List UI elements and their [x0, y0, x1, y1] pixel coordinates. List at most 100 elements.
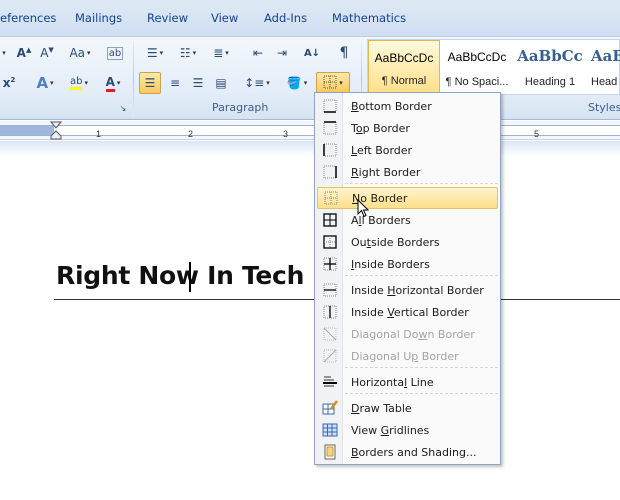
menu-item-label: View Gridlines: [351, 423, 430, 437]
document-heading[interactable]: Right Now In Tech: [56, 261, 304, 290]
tab-add-ins[interactable]: Add-Ins: [264, 11, 307, 25]
top-border-icon: [317, 118, 343, 138]
ruler-track: 1 2 3 4 5: [0, 125, 620, 139]
menu-separator: [345, 275, 498, 276]
clear-formatting-icon: ab: [106, 46, 124, 60]
show-formatting-marks-button[interactable]: ¶: [334, 42, 354, 64]
menu-item-view-gridlines[interactable]: View Gridlines: [317, 419, 498, 441]
line-spacing-button[interactable]: ↕≡ ▾: [243, 72, 271, 94]
style-name: Head: [591, 76, 618, 88]
bullets-button[interactable]: ☰ ▾: [141, 42, 169, 64]
menu-item-inside-vertical-border[interactable]: Inside Vertical Border: [317, 301, 498, 323]
highlight-icon: ab: [70, 76, 83, 90]
style-heading-1[interactable]: AaBbCc Heading 1: [514, 40, 586, 94]
font-color-icon: A: [105, 75, 115, 92]
sort-button[interactable]: A↓: [302, 42, 322, 64]
grow-font-button[interactable]: A▲: [14, 42, 34, 64]
inside-horizontal-border-icon: [317, 280, 343, 300]
ruler-number: 1: [96, 129, 102, 139]
mouse-pointer-icon: [357, 198, 370, 221]
menu-item-label: Left Border: [351, 143, 413, 157]
numbering-button[interactable]: ☷ ▾: [174, 42, 202, 64]
style-normal[interactable]: AaBbCcDc ¶ Normal: [368, 40, 440, 94]
align-right-icon: ☰: [192, 76, 204, 90]
menu-item-label: Bottom Border: [351, 99, 432, 113]
menu-separator: [345, 367, 498, 368]
multilevel-list-button[interactable]: ≣ ▾: [207, 42, 235, 64]
menu-item-label: Inside Borders: [351, 257, 430, 271]
superscript-button[interactable]: x2: [2, 72, 16, 94]
font-dialog-launcher[interactable]: ↘: [118, 103, 128, 113]
text-effects-icon: A: [36, 74, 49, 92]
bullets-icon: ☰: [146, 46, 158, 60]
center-button[interactable]: ≡: [164, 72, 186, 94]
shrink-font-icon: A▼: [40, 46, 54, 60]
borders-icon: [323, 75, 337, 92]
shading-button[interactable]: 🪣 ▾: [283, 72, 311, 94]
tab-review[interactable]: Review: [147, 11, 188, 25]
align-right-button[interactable]: ☰: [187, 72, 209, 94]
menu-item-inside-horizontal-border[interactable]: Inside Horizontal Border: [317, 279, 498, 301]
decrease-indent-icon: ⇤: [252, 46, 264, 60]
menu-item-no-border[interactable]: No Border: [317, 187, 498, 209]
multilevel-list-icon: ≣: [213, 46, 224, 60]
highlight-button[interactable]: ab ▾: [64, 72, 94, 94]
menu-item-bottom-border[interactable]: Bottom Border: [317, 95, 498, 117]
increase-indent-button[interactable]: ⇥: [272, 42, 292, 64]
change-case-icon: Aa: [69, 46, 86, 60]
shrink-font-button[interactable]: A▼: [37, 42, 57, 64]
tab-references[interactable]: eferences: [0, 11, 56, 25]
menu-item-label: Inside Vertical Border: [351, 305, 469, 319]
menu-item-label: Outside Borders: [351, 235, 440, 249]
clear-formatting-button[interactable]: ab: [104, 42, 126, 64]
indent-marker[interactable]: [49, 121, 63, 143]
ribbon-tab-bar: eferences Mailings Review View Add-Ins M…: [0, 0, 620, 36]
menu-item-left-border[interactable]: Left Border: [317, 139, 498, 161]
inside-borders-icon: [317, 254, 343, 274]
tab-view[interactable]: View: [211, 11, 238, 25]
menu-item-outside-borders[interactable]: Outside Borders: [317, 231, 498, 253]
menu-item-top-border[interactable]: Top Border: [317, 117, 498, 139]
style-sample: AaBb: [591, 47, 620, 65]
styles-gallery: AaBbCcDc ¶ Normal AaBbCcDc ¶ No Spaci...…: [367, 39, 620, 95]
tab-mailings[interactable]: Mailings: [75, 11, 122, 25]
font-color-button[interactable]: A ▾: [98, 72, 128, 94]
style-name: Heading 1: [524, 76, 576, 88]
font-size-dropdown-edge[interactable]: ▾: [0, 42, 6, 64]
menu-item-horizontal-line[interactable]: Horizontal Line: [317, 371, 498, 393]
align-left-icon: ☰: [144, 76, 156, 90]
line-spacing-icon: ↕≡: [244, 76, 265, 90]
align-left-button[interactable]: ☰: [139, 72, 161, 94]
paint-bucket-icon: 🪣: [286, 76, 302, 90]
bottom-border-icon: [317, 96, 343, 116]
text-effects-button[interactable]: A ▾: [30, 72, 60, 94]
grow-font-icon: A▲: [16, 46, 32, 60]
style-heading-2[interactable]: AaBb Head: [587, 40, 620, 94]
menu-item-borders-and-shading[interactable]: Borders and Shading...: [317, 441, 498, 463]
draw-table-icon: [317, 398, 343, 418]
style-sample: AaBbCcDc: [447, 50, 507, 64]
menu-separator: [345, 393, 498, 394]
tab-mathematics[interactable]: Mathematics: [332, 11, 406, 25]
change-case-button[interactable]: Aa ▾: [66, 42, 94, 64]
style-no-spacing[interactable]: AaBbCcDc ¶ No Spaci...: [441, 40, 513, 94]
menu-item-label: Right Border: [351, 165, 421, 179]
horizontal-line-icon: [317, 372, 343, 392]
horizontal-ruler[interactable]: 1 2 3 4 5: [0, 121, 620, 140]
menu-item-right-border[interactable]: Right Border: [317, 161, 498, 183]
menu-item-all-borders[interactable]: All Borders: [317, 209, 498, 231]
paragraph-group-label: Paragraph: [212, 101, 269, 114]
menu-item-draw-table[interactable]: Draw Table: [317, 397, 498, 419]
group-separator: [133, 41, 134, 117]
view-gridlines-icon: [317, 420, 343, 440]
decrease-indent-button[interactable]: ⇤: [248, 42, 268, 64]
justify-button[interactable]: ▤: [210, 72, 232, 94]
superscript-icon: x2: [2, 76, 16, 90]
diagonal-down-border-icon: [317, 324, 343, 344]
ribbon: ▾ A▲ A▼ Aa ▾ ab x2 A ▾ ab ▾ A ▾ ☰ ▾ ☷ ▾ ≣ ▾ ⇤ ⇥…: [0, 36, 620, 120]
style-sample: AaBbCcDc: [374, 51, 434, 65]
borders-button[interactable]: ▾: [316, 72, 350, 94]
increase-indent-icon: ⇥: [276, 46, 288, 60]
all-borders-icon: [317, 210, 343, 230]
menu-item-inside-borders[interactable]: Inside Borders: [317, 253, 498, 275]
